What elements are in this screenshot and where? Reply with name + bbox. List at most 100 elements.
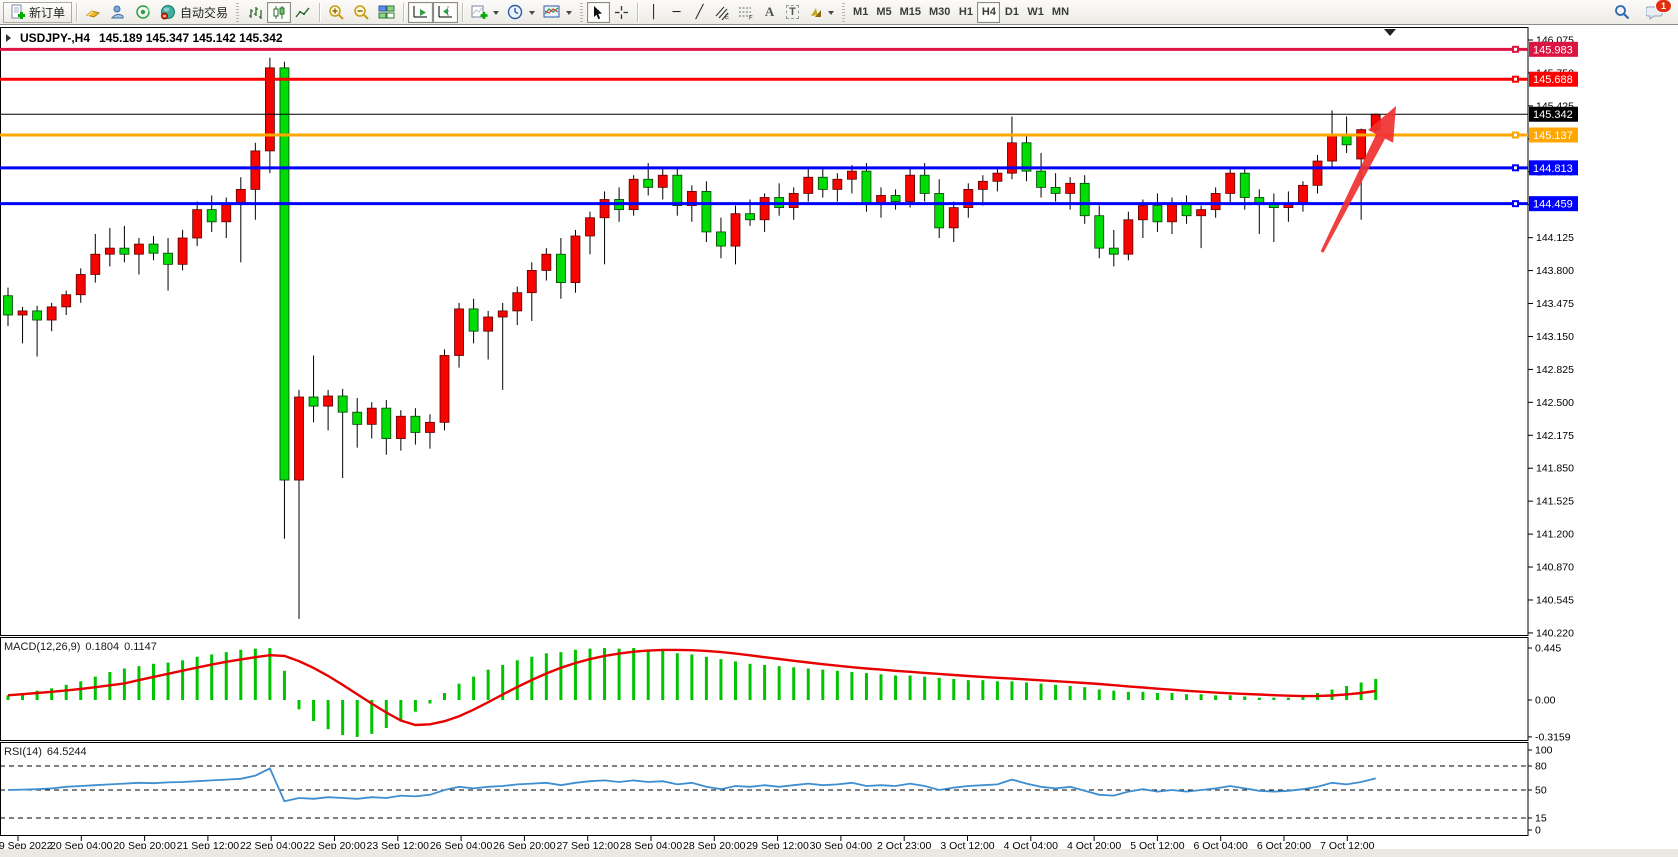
cursor-button[interactable] [587, 2, 610, 23]
timeframe-mn-button[interactable]: MN [1048, 2, 1073, 23]
zoom-out-icon [353, 4, 370, 20]
timeframe-label: D1 [1005, 6, 1019, 18]
zoom-in-button[interactable] [324, 2, 349, 23]
market-watch-icon [85, 4, 102, 20]
chart-shift-button[interactable] [433, 2, 458, 23]
toolbar-separator [462, 3, 463, 22]
new-order-button[interactable]: 新订单 [3, 2, 72, 23]
timeframe-h4-button[interactable]: H4 [977, 2, 1000, 23]
svg-text:15: 15 [1535, 813, 1547, 825]
bar-chart-icon [247, 5, 263, 20]
svg-text:0.445: 0.445 [1535, 643, 1561, 655]
auto-trading-icon [160, 4, 177, 20]
chart-shift-icon [437, 4, 454, 20]
timeframe-m30-button[interactable]: M30 [925, 2, 954, 23]
svg-text:100: 100 [1535, 745, 1553, 757]
zoom-out-button[interactable] [349, 2, 374, 23]
fibonacci-button[interactable]: F [734, 2, 758, 23]
templates-dropdown-caret [566, 11, 572, 18]
equidistant-channel-icon: E [715, 5, 730, 20]
price-chart[interactable]: 146.075145.750145.425145.100144.775144.4… [0, 0, 1678, 857]
svg-text:140.545: 140.545 [1536, 594, 1574, 606]
line-chart-button[interactable] [291, 2, 315, 23]
navigator-button[interactable] [131, 2, 156, 23]
bar-chart-button[interactable] [243, 2, 267, 23]
macd-main-value: 0.1804 [85, 641, 119, 653]
timeframe-h1-button[interactable]: H1 [954, 2, 977, 23]
toolbar-separator [637, 3, 638, 22]
svg-text:145.137: 145.137 [1533, 130, 1573, 142]
svg-text:140.220: 140.220 [1536, 627, 1574, 639]
cursor-icon [591, 5, 606, 20]
new-order-icon [10, 4, 26, 20]
clock-icon [507, 4, 524, 20]
auto-scroll-button[interactable] [408, 2, 433, 23]
templates-button[interactable] [539, 2, 576, 23]
chart-symbol-period: USDJPY-,H4 [20, 31, 90, 45]
timeframe-label: H1 [959, 6, 973, 18]
svg-text:141.850: 141.850 [1536, 463, 1574, 475]
rsi-name: RSI(14) [4, 746, 42, 758]
text-label-button[interactable]: T [781, 2, 804, 23]
arrow-objects-icon [808, 5, 823, 19]
vertical-line-button[interactable]: │ [642, 2, 665, 23]
market-watch-button[interactable] [81, 2, 106, 23]
one-click-trading-expander-icon[interactable] [6, 34, 11, 42]
channel-letter: E [725, 15, 729, 20]
main-toolbar: 新订单 自动交易 [0, 0, 1678, 25]
timeframe-m1-button[interactable]: M1 [849, 2, 872, 23]
toolbar-drag-handle [236, 3, 239, 22]
trendline-button[interactable]: ╱ [688, 2, 711, 23]
timeframe-label: W1 [1027, 6, 1044, 18]
horizontal-line-button[interactable]: ─ [665, 2, 688, 23]
text-button[interactable]: A [758, 2, 781, 23]
text-label-icon: T [786, 5, 799, 19]
timeframe-label: M5 [876, 6, 891, 18]
line-chart-icon [295, 5, 311, 20]
crosshair-icon [614, 5, 629, 20]
window-bottom-strip [0, 849, 1678, 857]
tile-windows-button[interactable] [374, 2, 399, 23]
macd-name: MACD(12,26,9) [4, 641, 80, 653]
periods-button[interactable] [503, 2, 539, 23]
timeframe-d1-button[interactable]: D1 [1000, 2, 1023, 23]
search-button[interactable] [1610, 2, 1634, 23]
timeframe-m15-button[interactable]: M15 [896, 2, 925, 23]
indicators-button[interactable] [467, 2, 503, 23]
svg-text:0: 0 [1535, 825, 1541, 837]
crosshair-button[interactable] [610, 2, 633, 23]
svg-text:144.459: 144.459 [1533, 199, 1573, 211]
auto-trading-label: 自动交易 [180, 4, 228, 21]
navigator-icon [135, 4, 152, 20]
new-order-label: 新订单 [29, 4, 65, 21]
notifications-button[interactable]: 1 [1642, 2, 1667, 23]
periods-dropdown-caret [529, 11, 535, 18]
candlestick-chart-button[interactable] [267, 2, 291, 23]
svg-text:143.475: 143.475 [1536, 298, 1574, 310]
svg-text:144.813: 144.813 [1533, 163, 1573, 175]
channel-button[interactable]: E [711, 2, 734, 23]
svg-text:141.200: 141.200 [1536, 529, 1574, 541]
candlestick-chart-icon [271, 5, 287, 20]
text-icon: A [765, 4, 774, 20]
timeframe-m5-button[interactable]: M5 [872, 2, 895, 23]
fibonacci-icon: F [738, 5, 754, 20]
arrows-button[interactable] [804, 2, 838, 23]
timeframe-label: M30 [929, 6, 950, 18]
timeframe-label: M1 [853, 6, 868, 18]
svg-text:0.00: 0.00 [1535, 695, 1556, 707]
svg-text:142.500: 142.500 [1536, 397, 1574, 409]
data-window-icon [110, 4, 127, 20]
notification-badge: 1 [1655, 0, 1672, 13]
zoom-in-icon [328, 4, 345, 20]
horizontal-line-icon: ─ [673, 6, 681, 19]
auto-trading-button[interactable]: 自动交易 [156, 2, 232, 23]
toolbar-right-group: 1 [1610, 2, 1675, 23]
tile-windows-icon [378, 4, 395, 20]
timeframe-w1-button[interactable]: W1 [1023, 2, 1048, 23]
svg-text:145.342: 145.342 [1533, 109, 1573, 121]
toolbar-separator [76, 3, 77, 22]
data-window-button[interactable] [106, 2, 131, 23]
timeframe-label: MN [1052, 6, 1069, 18]
rsi-value: 64.5244 [47, 746, 87, 758]
